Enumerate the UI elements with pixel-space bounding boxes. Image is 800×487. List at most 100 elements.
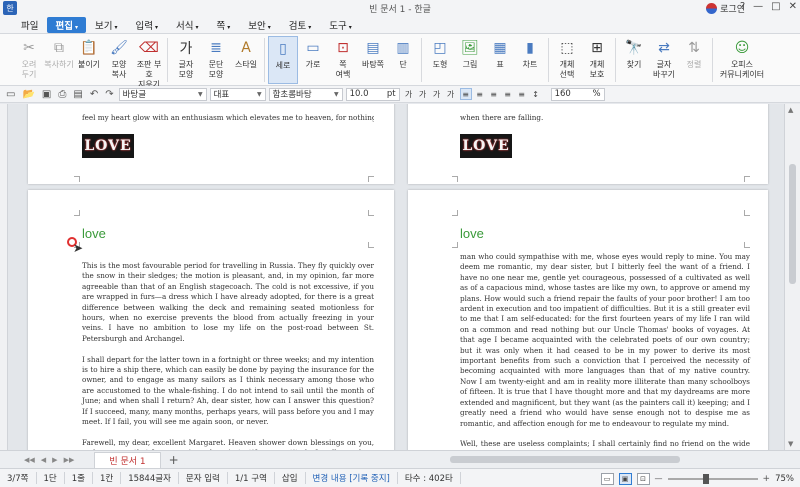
chevron-down-icon: ▼: [197, 90, 203, 98]
copy-button[interactable]: ⧉ 복사하기: [44, 34, 74, 70]
para-shape-button[interactable]: ≣ 문단 모양: [201, 34, 231, 80]
menu-item-1[interactable]: 편집 ▾: [47, 16, 86, 33]
replace-button[interactable]: ⇄ 글자 바꾸기: [649, 34, 679, 80]
para-shape-label: 문단 모양: [208, 60, 224, 79]
scroll-thumb[interactable]: [789, 164, 796, 284]
document-area[interactable]: feel my heart glow with an enthusiasm wh…: [8, 104, 784, 450]
shape-button[interactable]: ◰ 도형: [425, 34, 455, 70]
paste-button[interactable]: 📋 붙이기: [74, 34, 104, 70]
save-icon[interactable]: ▣: [40, 89, 53, 100]
menu-item-6[interactable]: 보안 ▾: [239, 17, 280, 33]
page-bg-label: 바탕쪽: [361, 60, 385, 69]
last-tab-icon[interactable]: ▶▶: [64, 456, 75, 464]
menu-item-0[interactable]: 파일: [12, 17, 47, 33]
zoom-select[interactable]: 160 %: [550, 87, 605, 101]
font-select[interactable]: 함초롬바탕 ▼: [268, 87, 343, 101]
page-top-left: feel my heart glow with an enthusiasm wh…: [28, 104, 394, 184]
redo-icon[interactable]: ↷: [103, 89, 115, 100]
object-protect-icon: ⊞: [591, 40, 603, 56]
scroll-up-icon[interactable]: ▲: [788, 106, 793, 114]
horizontal-scrollbar[interactable]: [430, 455, 780, 464]
picture-label: 그림: [462, 60, 478, 69]
next-tab-icon[interactable]: ▶: [52, 456, 57, 464]
new-doc-icon[interactable]: ▭: [4, 89, 17, 100]
menu-item-7[interactable]: 검토 ▾: [280, 17, 321, 33]
chart-button[interactable]: ▮ 차트: [515, 34, 545, 70]
zoom-slider[interactable]: [667, 473, 758, 484]
scroll-down-icon[interactable]: ▼: [788, 440, 793, 448]
justify-icon[interactable]: ≡: [459, 88, 472, 100]
zoom-in-icon[interactable]: +: [763, 474, 771, 484]
preview-icon[interactable]: ▤: [71, 89, 84, 100]
status-input-mode[interactable]: 문자 입력: [179, 472, 228, 484]
vertical-ruler: [0, 104, 8, 450]
close-button[interactable]: ✕: [789, 1, 797, 12]
portrait-button[interactable]: ▯ 세로: [268, 36, 298, 84]
find-button[interactable]: 🔭 찾기: [619, 34, 649, 70]
style-button[interactable]: A 스타일: [231, 34, 261, 70]
scroll-thumb[interactable]: [450, 456, 680, 463]
style-select[interactable]: 바탕글 ▼: [118, 87, 207, 101]
page-bg-button[interactable]: ▤ 바탕쪽: [358, 34, 388, 70]
chevron-down-icon: ▾: [154, 23, 158, 31]
office-community-button[interactable]: ☺ 오피스 커뮤니케이터: [716, 34, 768, 80]
line-spacing-icon[interactable]: ↕: [530, 88, 542, 100]
view-fit-icon[interactable]: ⊡: [636, 472, 650, 485]
picture-button[interactable]: 🖼 그림: [455, 34, 485, 70]
love-image[interactable]: LOVE: [460, 134, 512, 158]
columns-button[interactable]: ▥ 단: [388, 34, 418, 70]
maximize-button[interactable]: □: [771, 1, 780, 12]
body-text-right[interactable]: man who could sympathise with me, whose …: [460, 252, 750, 450]
undo-icon[interactable]: ↶: [88, 89, 100, 100]
tab-document[interactable]: 빈 문서 1: [94, 451, 161, 468]
chart-icon: ▮: [526, 40, 534, 56]
zoom-out-icon[interactable]: —: [655, 474, 663, 483]
landscape-button[interactable]: ▭ 가로: [298, 34, 328, 70]
copy-icon: ⧉: [54, 40, 64, 56]
table-button[interactable]: ▦ 표: [485, 34, 515, 70]
distribute-icon[interactable]: ≡: [516, 88, 528, 100]
align-left-icon[interactable]: ≡: [474, 88, 486, 100]
margins-button[interactable]: ⊡ 쪽 여백: [328, 34, 358, 80]
language-select[interactable]: 대표 ▼: [209, 87, 266, 101]
view-normal-icon[interactable]: ▭: [600, 472, 614, 485]
sort-button[interactable]: ⇅ 정렬: [679, 34, 709, 70]
minimize-button[interactable]: —: [753, 1, 763, 12]
body-text-left[interactable]: This is the most favourable period for t…: [82, 261, 374, 450]
view-page-icon[interactable]: ▣: [618, 472, 632, 485]
font-size-select[interactable]: 10.0 pt: [345, 87, 400, 101]
add-tab-button[interactable]: +: [169, 453, 179, 467]
status-track-changes[interactable]: 변경 내용 [기록 중지]: [306, 472, 398, 484]
underline-icon[interactable]: 가: [431, 88, 443, 100]
help-button[interactable]: ?: [740, 1, 745, 12]
love-image[interactable]: LOVE: [82, 134, 134, 158]
zoom-slider-knob[interactable]: [702, 473, 709, 484]
menu-item-2[interactable]: 보기 ▾: [86, 17, 127, 33]
mouse-pointer-icon: ➤: [73, 241, 84, 255]
paste-special-button[interactable]: ⌫ 조판 부호 지우기: [134, 34, 164, 90]
shape-label: 도형: [432, 60, 448, 69]
prev-tab-icon[interactable]: ◀: [41, 456, 46, 464]
menu-item-8[interactable]: 도구 ▾: [320, 17, 361, 33]
status-zoom[interactable]: 75%: [775, 474, 794, 484]
select-object-button[interactable]: ⬚ 개체 선택: [552, 34, 582, 80]
align-right-icon[interactable]: ≡: [502, 88, 514, 100]
align-center-icon[interactable]: ≡: [488, 88, 500, 100]
vertical-scrollbar[interactable]: ▲ ▼: [784, 104, 800, 450]
bold-icon[interactable]: 가: [403, 88, 415, 100]
print-icon[interactable]: ⎙: [56, 89, 68, 100]
menu-item-4[interactable]: 서식 ▾: [167, 17, 208, 33]
first-tab-icon[interactable]: ◀◀: [24, 456, 35, 464]
font-color-icon[interactable]: 가: [445, 88, 457, 100]
menu-item-5[interactable]: 쪽 ▾: [207, 17, 239, 33]
object-protect-button[interactable]: ⊞ 개체 보호: [582, 34, 612, 80]
undo-button[interactable]: ✂ 오려 두기: [14, 34, 44, 80]
table-label: 표: [496, 60, 504, 69]
open-folder-icon[interactable]: 📂: [20, 89, 36, 100]
status-insert[interactable]: 삽입: [275, 472, 306, 484]
status-page[interactable]: 3/7쪽: [0, 472, 37, 484]
format-copy-button[interactable]: 🖌 모양 복사: [104, 34, 134, 80]
italic-icon[interactable]: 가: [417, 88, 429, 100]
char-shape-button[interactable]: 가 글자 모양: [171, 34, 201, 80]
menu-item-3[interactable]: 입력 ▾: [126, 17, 167, 33]
